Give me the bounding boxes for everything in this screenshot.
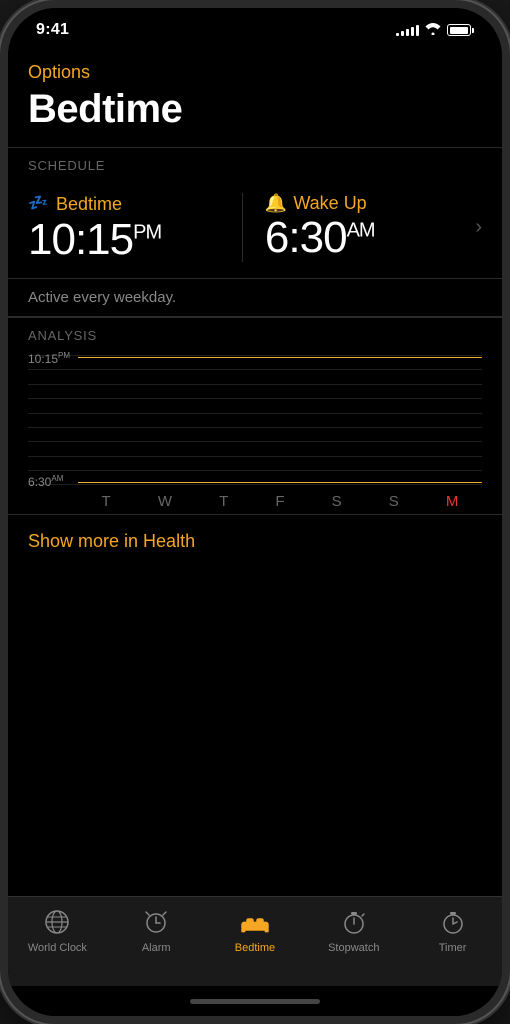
svg-text:💤: 💤 xyxy=(28,195,48,211)
chart-bedtime-label: 10:15PM xyxy=(28,351,70,366)
home-bar xyxy=(190,999,320,1004)
schedule-divider xyxy=(242,193,243,262)
analysis-section: 10:15PM 6:30AM T W T F S S xyxy=(8,351,502,514)
active-text: Active every weekday. xyxy=(8,279,502,317)
bedtime-chart-line xyxy=(78,357,482,358)
bedtime-item[interactable]: 💤 Bedtime 10:15PM xyxy=(28,193,232,262)
phone-screen: 9:41 xyxy=(8,8,502,1016)
wakeup-icon: 🔔 xyxy=(265,193,287,214)
day-W: W xyxy=(158,493,172,510)
alarm-icon xyxy=(141,907,171,937)
world-clock-icon xyxy=(42,907,72,937)
day-S1: S xyxy=(332,493,342,510)
status-time: 9:41 xyxy=(36,21,69,39)
day-S2: S xyxy=(389,493,399,510)
day-F: F xyxy=(275,493,284,510)
wakeup-chart-line xyxy=(78,482,482,483)
stopwatch-icon xyxy=(339,907,369,937)
spacer xyxy=(8,562,502,896)
screen-content: Options Bedtime SCHEDULE 💤 Bedtime xyxy=(8,52,502,1016)
tab-bedtime[interactable]: Bedtime xyxy=(215,907,295,954)
wakeup-time: 6:30AM xyxy=(265,216,469,260)
signal-icon xyxy=(396,24,419,36)
options-link[interactable]: Options xyxy=(28,62,482,83)
tab-world-clock[interactable]: World Clock xyxy=(17,907,97,954)
timer-label: Timer xyxy=(439,942,467,954)
page-title: Bedtime xyxy=(28,87,482,132)
chart-grid xyxy=(28,355,482,485)
schedule-label: SCHEDULE xyxy=(8,147,502,181)
schedule-row: 💤 Bedtime 10:15PM 🔔 Wake xyxy=(28,193,482,262)
day-T1: T xyxy=(102,493,111,510)
tab-bar: World Clock Alarm xyxy=(8,896,502,986)
wifi-icon xyxy=(425,22,441,38)
wakeup-item[interactable]: 🔔 Wake Up 6:30AM xyxy=(253,193,469,260)
show-more-link[interactable]: Show more in Health xyxy=(28,531,195,551)
home-indicator xyxy=(8,986,502,1016)
bedtime-tab-icon xyxy=(240,907,270,937)
analysis-label: ANALYSIS xyxy=(8,317,502,351)
alarm-label: Alarm xyxy=(142,942,171,954)
status-icons xyxy=(396,22,474,38)
wakeup-label: Wake Up xyxy=(293,193,366,214)
schedule-block: 💤 Bedtime 10:15PM 🔔 Wake xyxy=(8,181,502,279)
phone-frame: 9:41 xyxy=(0,0,510,1024)
bedtime-tab-label: Bedtime xyxy=(235,942,275,954)
tab-stopwatch[interactable]: Stopwatch xyxy=(314,907,394,954)
chart-wakeup-label: 6:30AM xyxy=(28,474,63,489)
day-M: M xyxy=(446,493,459,510)
schedule-arrow: › xyxy=(475,216,482,239)
days-row: T W T F S S M xyxy=(28,485,482,514)
bedtime-label: Bedtime xyxy=(56,194,122,215)
timer-icon xyxy=(438,907,468,937)
show-more-section: Show more in Health xyxy=(8,514,502,562)
battery-icon xyxy=(447,24,474,36)
header: Options Bedtime xyxy=(8,52,502,147)
tab-timer[interactable]: Timer xyxy=(413,907,493,954)
day-T2: T xyxy=(219,493,228,510)
notch xyxy=(185,16,325,44)
chart-container: 10:15PM 6:30AM T W T F S S xyxy=(28,355,482,514)
chart-area: 10:15PM 6:30AM xyxy=(28,355,482,485)
world-clock-label: World Clock xyxy=(28,942,87,954)
bedtime-time: 10:15PM xyxy=(28,218,232,262)
bedtime-icon: 💤 xyxy=(28,193,50,216)
stopwatch-label: Stopwatch xyxy=(328,942,379,954)
tab-alarm[interactable]: Alarm xyxy=(116,907,196,954)
